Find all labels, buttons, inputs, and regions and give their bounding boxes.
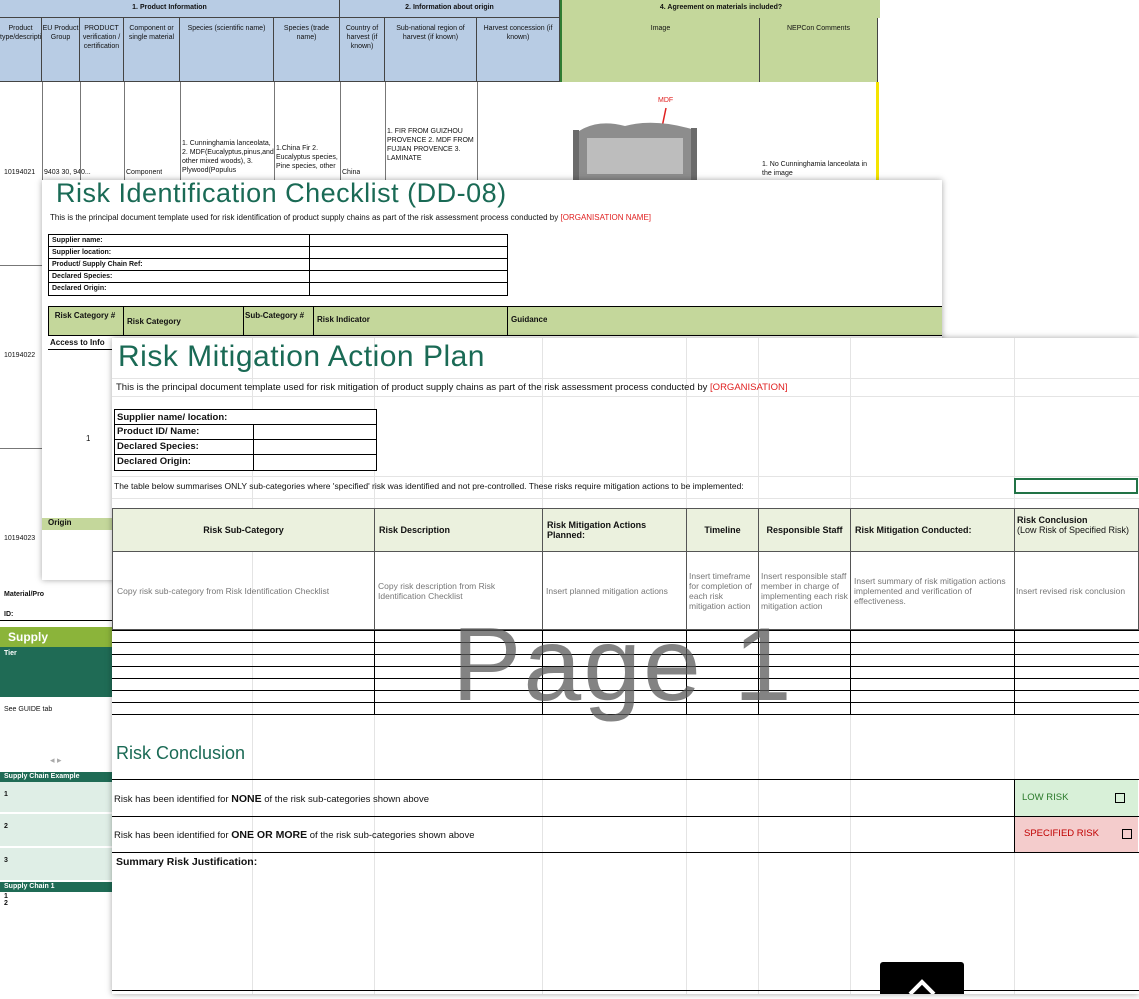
col-eu-group: EU Product Group (42, 18, 80, 82)
col-comments: NEPCon Comments (760, 18, 878, 82)
row-country: China (342, 169, 361, 176)
row-id: 10194021 (4, 169, 36, 176)
section-origin: Origin (42, 518, 116, 530)
table-note: The table below summarises ONLY sub-cate… (114, 482, 744, 491)
field-declared-species: Declared Species: (117, 441, 199, 452)
row-species-sci: 1. Cunninghamia lanceolata, 2. MDF(Eucal… (182, 140, 274, 174)
low-risk-label: LOW RISK (1022, 792, 1069, 803)
th-timeline: Timeline (686, 508, 759, 552)
example-row-3: 3 (0, 848, 115, 880)
supply-header: Supply (0, 627, 115, 647)
col-country: Country of harvest (if known) (340, 18, 385, 82)
scroll-arrows[interactable]: ◂ ▸ (50, 756, 62, 765)
sheet-subtitle: This is the principal document template … (50, 213, 652, 222)
th-risk-cat-num: Risk Category # (54, 311, 116, 320)
supplier-fields-box: Supplier name: Supplier location: Produc… (48, 234, 508, 296)
field-declared-origin: Declared Origin: (52, 285, 107, 292)
group-header-agreement: 4. Agreement on materials included? (560, 0, 880, 18)
th-risk-cat: Risk Category (127, 317, 181, 326)
placeholder-staff[interactable]: Insert responsible staff member in charg… (758, 552, 851, 630)
col-product-type: Product type/description (0, 18, 42, 82)
col-species-sci: Species (scientific name) (180, 18, 274, 82)
scroll-to-top-button[interactable] (880, 962, 964, 996)
low-risk-option[interactable]: LOW RISK (1014, 780, 1138, 816)
id-label: ID: (4, 611, 14, 618)
placeholder-subcategory[interactable]: Copy risk sub-category from Risk Identif… (112, 552, 375, 630)
row-component: Component (126, 169, 163, 176)
row-region: 1. FIR FROM GUIZHOU PROVENCE 2. MDF FROM… (387, 128, 474, 162)
example-row-2: 2 (0, 814, 115, 846)
th-actions-planned: Risk Mitigation Actions Planned: (542, 508, 687, 552)
col-species-trade: Species (trade name) (274, 18, 340, 82)
supply-chain-sheet: Material/Pro ID: Supply Tier See GUIDE t… (0, 580, 115, 994)
tier-header: Tier (0, 647, 115, 697)
col-component: Component or single material (124, 18, 180, 82)
selection-border (876, 82, 879, 182)
placeholder-conclusion[interactable]: Insert revised risk conclusion (1014, 552, 1139, 630)
guide-note: See GUIDE tab (4, 706, 53, 713)
field-supplier: Supplier name/ location: (117, 412, 228, 423)
th-risk-description: Risk Description (374, 508, 543, 552)
conclusion-title: Risk Conclusion (116, 743, 246, 763)
placeholder-conducted[interactable]: Insert summary of risk mitigation action… (850, 552, 1015, 630)
col-image: Image (560, 18, 760, 82)
table-header-row: Risk Category # Risk Category Sub-Catego… (48, 306, 942, 336)
field-declared-origin: Declared Origin: (117, 456, 191, 467)
row-id-2: 10194022 (4, 352, 36, 359)
specified-risk-label: SPECIFIED RISK (1024, 828, 1099, 839)
th-risk-conclusion: Risk Conclusion (Low Risk of Specified Ri… (1014, 508, 1139, 552)
group-header-product: 1. Product Information (0, 0, 340, 18)
chain1-row-2: 2 (4, 900, 8, 907)
col-concession: Harvest concession (if known) (477, 18, 560, 82)
group-header-origin: 2. Information about origin (340, 0, 560, 18)
summary-justification-label: Summary Risk Justification: (116, 856, 258, 868)
row-id-3: 10194023 (4, 535, 36, 542)
sheet-title: Risk Mitigation Action Plan (118, 340, 485, 373)
placeholder-timeline[interactable]: Insert timeframe for completion of each … (686, 552, 759, 630)
field-supplier-name: Supplier name: (52, 237, 103, 244)
row-comment: 1. No Cunninghamia lanceolata in the ima… (762, 161, 868, 177)
field-declared-species: Declared Species: (52, 273, 113, 280)
supplier-fields-box: Supplier name/ location: Product ID/ Nam… (114, 409, 377, 471)
row-num-1: 1 (86, 434, 91, 443)
placeholder-actions[interactable]: Insert planned mitigation actions (542, 552, 687, 630)
th-guidance: Guidance (511, 315, 548, 324)
example-header: Supply Chain Example (0, 772, 115, 782)
sheet-subtitle: This is the principal document template … (116, 382, 788, 393)
field-supplier-location: Supplier location: (52, 249, 112, 256)
chevron-up-icon (908, 979, 936, 996)
conclusion-none-text: Risk has been identified for NONE of the… (114, 793, 429, 805)
row-species-trade: 1.China Fir 2. Eucalyptus species, Pine … (276, 145, 338, 170)
col-region: Sub-national region of harvest (if known… (385, 18, 477, 82)
sheet-title: Risk Identification Checklist (DD-08) (56, 180, 507, 208)
field-product-id: Product ID/ Name: (117, 426, 200, 437)
selected-cell[interactable] (1014, 478, 1138, 494)
low-risk-checkbox[interactable] (1115, 793, 1125, 803)
th-responsible-staff: Responsible Staff (758, 508, 851, 552)
specified-risk-option[interactable]: SPECIFIED RISK (1014, 817, 1138, 852)
th-risk-subcategory: Risk Sub-Category (112, 508, 375, 552)
conclusion-more-text: Risk has been identified for ONE OR MORE… (114, 829, 475, 841)
th-mitigation-conducted: Risk Mitigation Conducted: (850, 508, 1015, 552)
th-subcat-num: Sub-Category # (245, 311, 305, 320)
col-verification: PRODUCT verification / certification (80, 18, 124, 82)
bed-image (573, 107, 697, 182)
chain1-header: Supply Chain 1 (0, 882, 115, 892)
risk-mitigation-sheet: Risk Mitigation Action Plan This is the … (112, 338, 1139, 994)
material-label: Material/Pro (4, 591, 45, 598)
field-product-ref: Product/ Supply Chain Ref: (52, 261, 143, 268)
row-group: 9403 30, 940... (44, 169, 91, 176)
th-risk-indicator: Risk Indicator (317, 315, 370, 324)
placeholder-description[interactable]: Copy risk description from Risk Identifi… (374, 552, 543, 630)
section-access-info: Access to Info (50, 338, 105, 347)
example-row-1: 1 (0, 782, 115, 812)
specified-risk-checkbox[interactable] (1122, 829, 1132, 839)
